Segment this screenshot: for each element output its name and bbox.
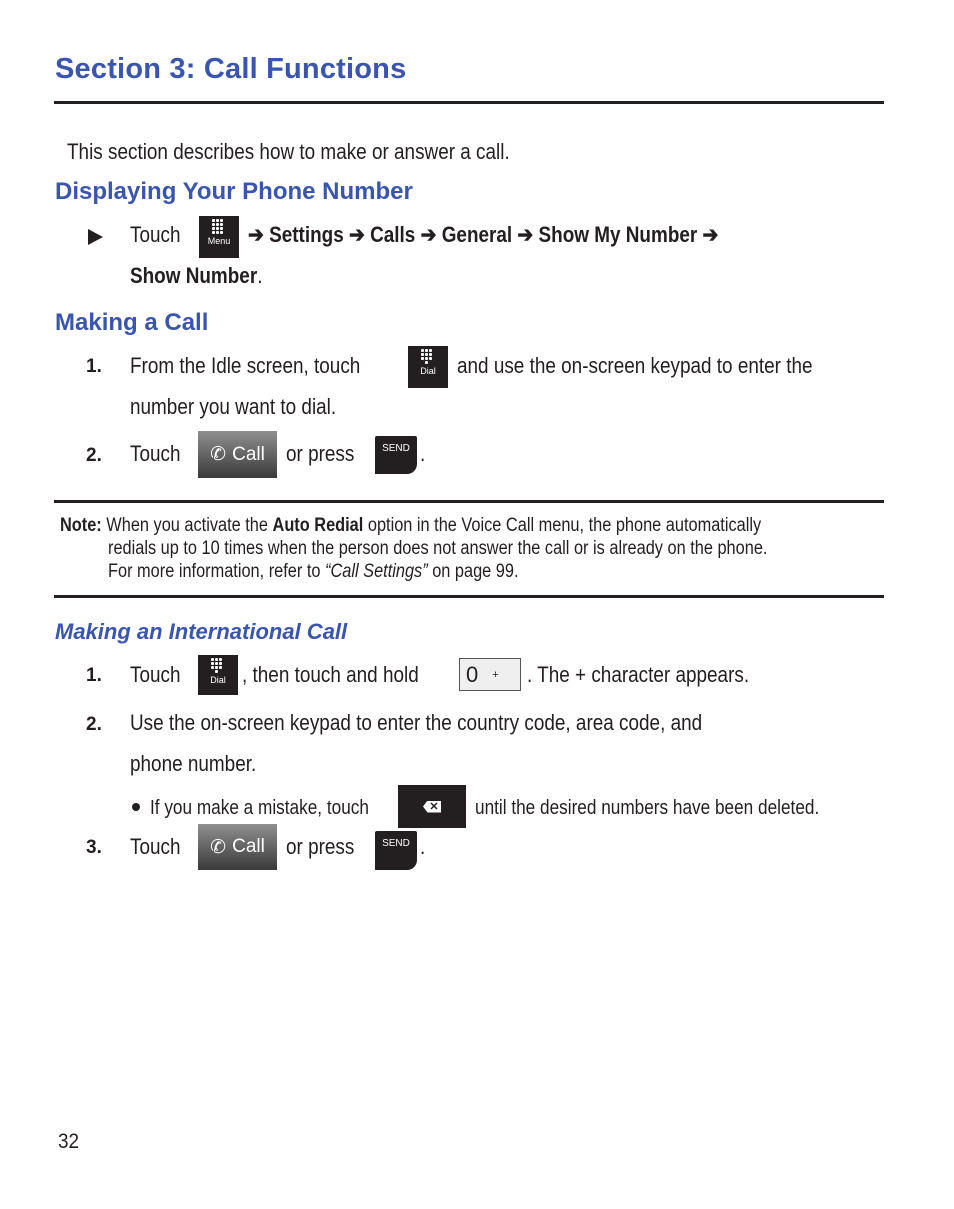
intl-step3-or-press: or press [286,834,355,859]
call-settings-reference[interactable]: “Call Settings” [325,561,428,582]
phone-handset-icon: ✆ [210,836,227,858]
heading-making-a-call: Making a Call [55,309,209,336]
intl-step3-touch: Touch [130,834,181,859]
zero-plus-key[interactable]: 0 + [459,658,521,691]
step-number: 3. [86,837,102,858]
intl-step1-touch: Touch [130,662,181,687]
note-line-2: redials up to 10 times when the person d… [108,538,768,559]
step-number: 1. [86,356,102,377]
send-key[interactable]: SEND [375,831,417,870]
note-text: on page 99. [432,561,519,582]
bullet-dot-icon [132,803,140,811]
period: . [257,263,263,288]
intl-step1-text-c: . The + character appears. [527,662,750,687]
backspace-key[interactable]: ✕ [398,785,466,828]
call-button-label: Call [232,443,265,465]
auto-redial-term: Auto Redial [272,515,364,536]
plus-key-label: + [492,668,499,681]
note-rule-bottom [54,595,884,598]
making-step2-or-press: or press [286,441,355,466]
call-button[interactable]: ✆ Call [198,431,277,478]
making-step1-text-b: and use the on-screen keypad to enter th… [457,353,813,378]
intl-step2-text-b: phone number. [130,751,257,776]
phone-handset-icon: ✆ [210,444,227,465]
heading-displaying-phone-number: Displaying Your Phone Number [55,178,413,205]
step-number: 2. [86,714,102,735]
displaying-touch-text: Touch [130,222,181,247]
step-number: 2. [86,445,102,466]
note-label: Note: [60,515,102,536]
title-rule [54,101,884,104]
intl-bullet-text-a: If you make a mistake, touch [150,797,369,819]
call-button[interactable]: ✆ Call [198,824,277,870]
dial-key[interactable]: Dial [198,655,238,695]
heading-international-call: Making an International Call [55,619,348,644]
show-number-line: Show Number. [130,262,262,290]
menu-key[interactable]: Menu [199,216,239,258]
page-number: 32 [58,1130,80,1153]
keypad-icon [211,219,227,234]
note-text: option in the Voice Call menu, the phone… [367,515,762,536]
note-text: For more information, refer to [108,561,321,582]
show-number-option: Show Number [130,263,258,288]
intro-text: This section describes how to make or an… [67,139,510,164]
note-line-3: For more information, refer to “Call Set… [108,560,519,583]
call-button-label: Call [232,836,265,857]
making-step2-touch: Touch [130,441,181,466]
note-rule-top [54,500,884,503]
dial-key-label: Dial [420,366,436,376]
note-text: When you activate the [106,515,268,536]
step-number: 1. [86,665,102,686]
period: . [420,441,426,466]
intl-step2-text-a: Use the on-screen keypad to enter the co… [130,710,703,735]
bullet-triangle-icon [88,229,103,245]
making-step1-text-a: From the Idle screen, touch [130,353,361,378]
page-title: Section 3: Call Functions [55,53,407,85]
keypad-icon [420,349,436,364]
keypad-icon [210,658,226,673]
making-step1-text-c: number you want to dial. [130,394,337,419]
intl-step1-text-b: , then touch and hold [242,662,419,687]
intl-bullet-text-b: until the desired numbers have been dele… [475,797,820,819]
dial-key-label: Dial [210,675,226,685]
period: . [420,834,426,859]
note-line-1: Note: When you activate the Auto Redial … [60,514,761,537]
send-key[interactable]: SEND [375,436,417,474]
dial-key[interactable]: Dial [408,346,448,388]
zero-key-label: 0 [466,661,479,687]
menu-key-label: Menu [207,236,231,246]
settings-path: ➔ Settings ➔ Calls ➔ General ➔ Show My N… [248,222,719,247]
backspace-icon: ✕ [423,800,441,813]
